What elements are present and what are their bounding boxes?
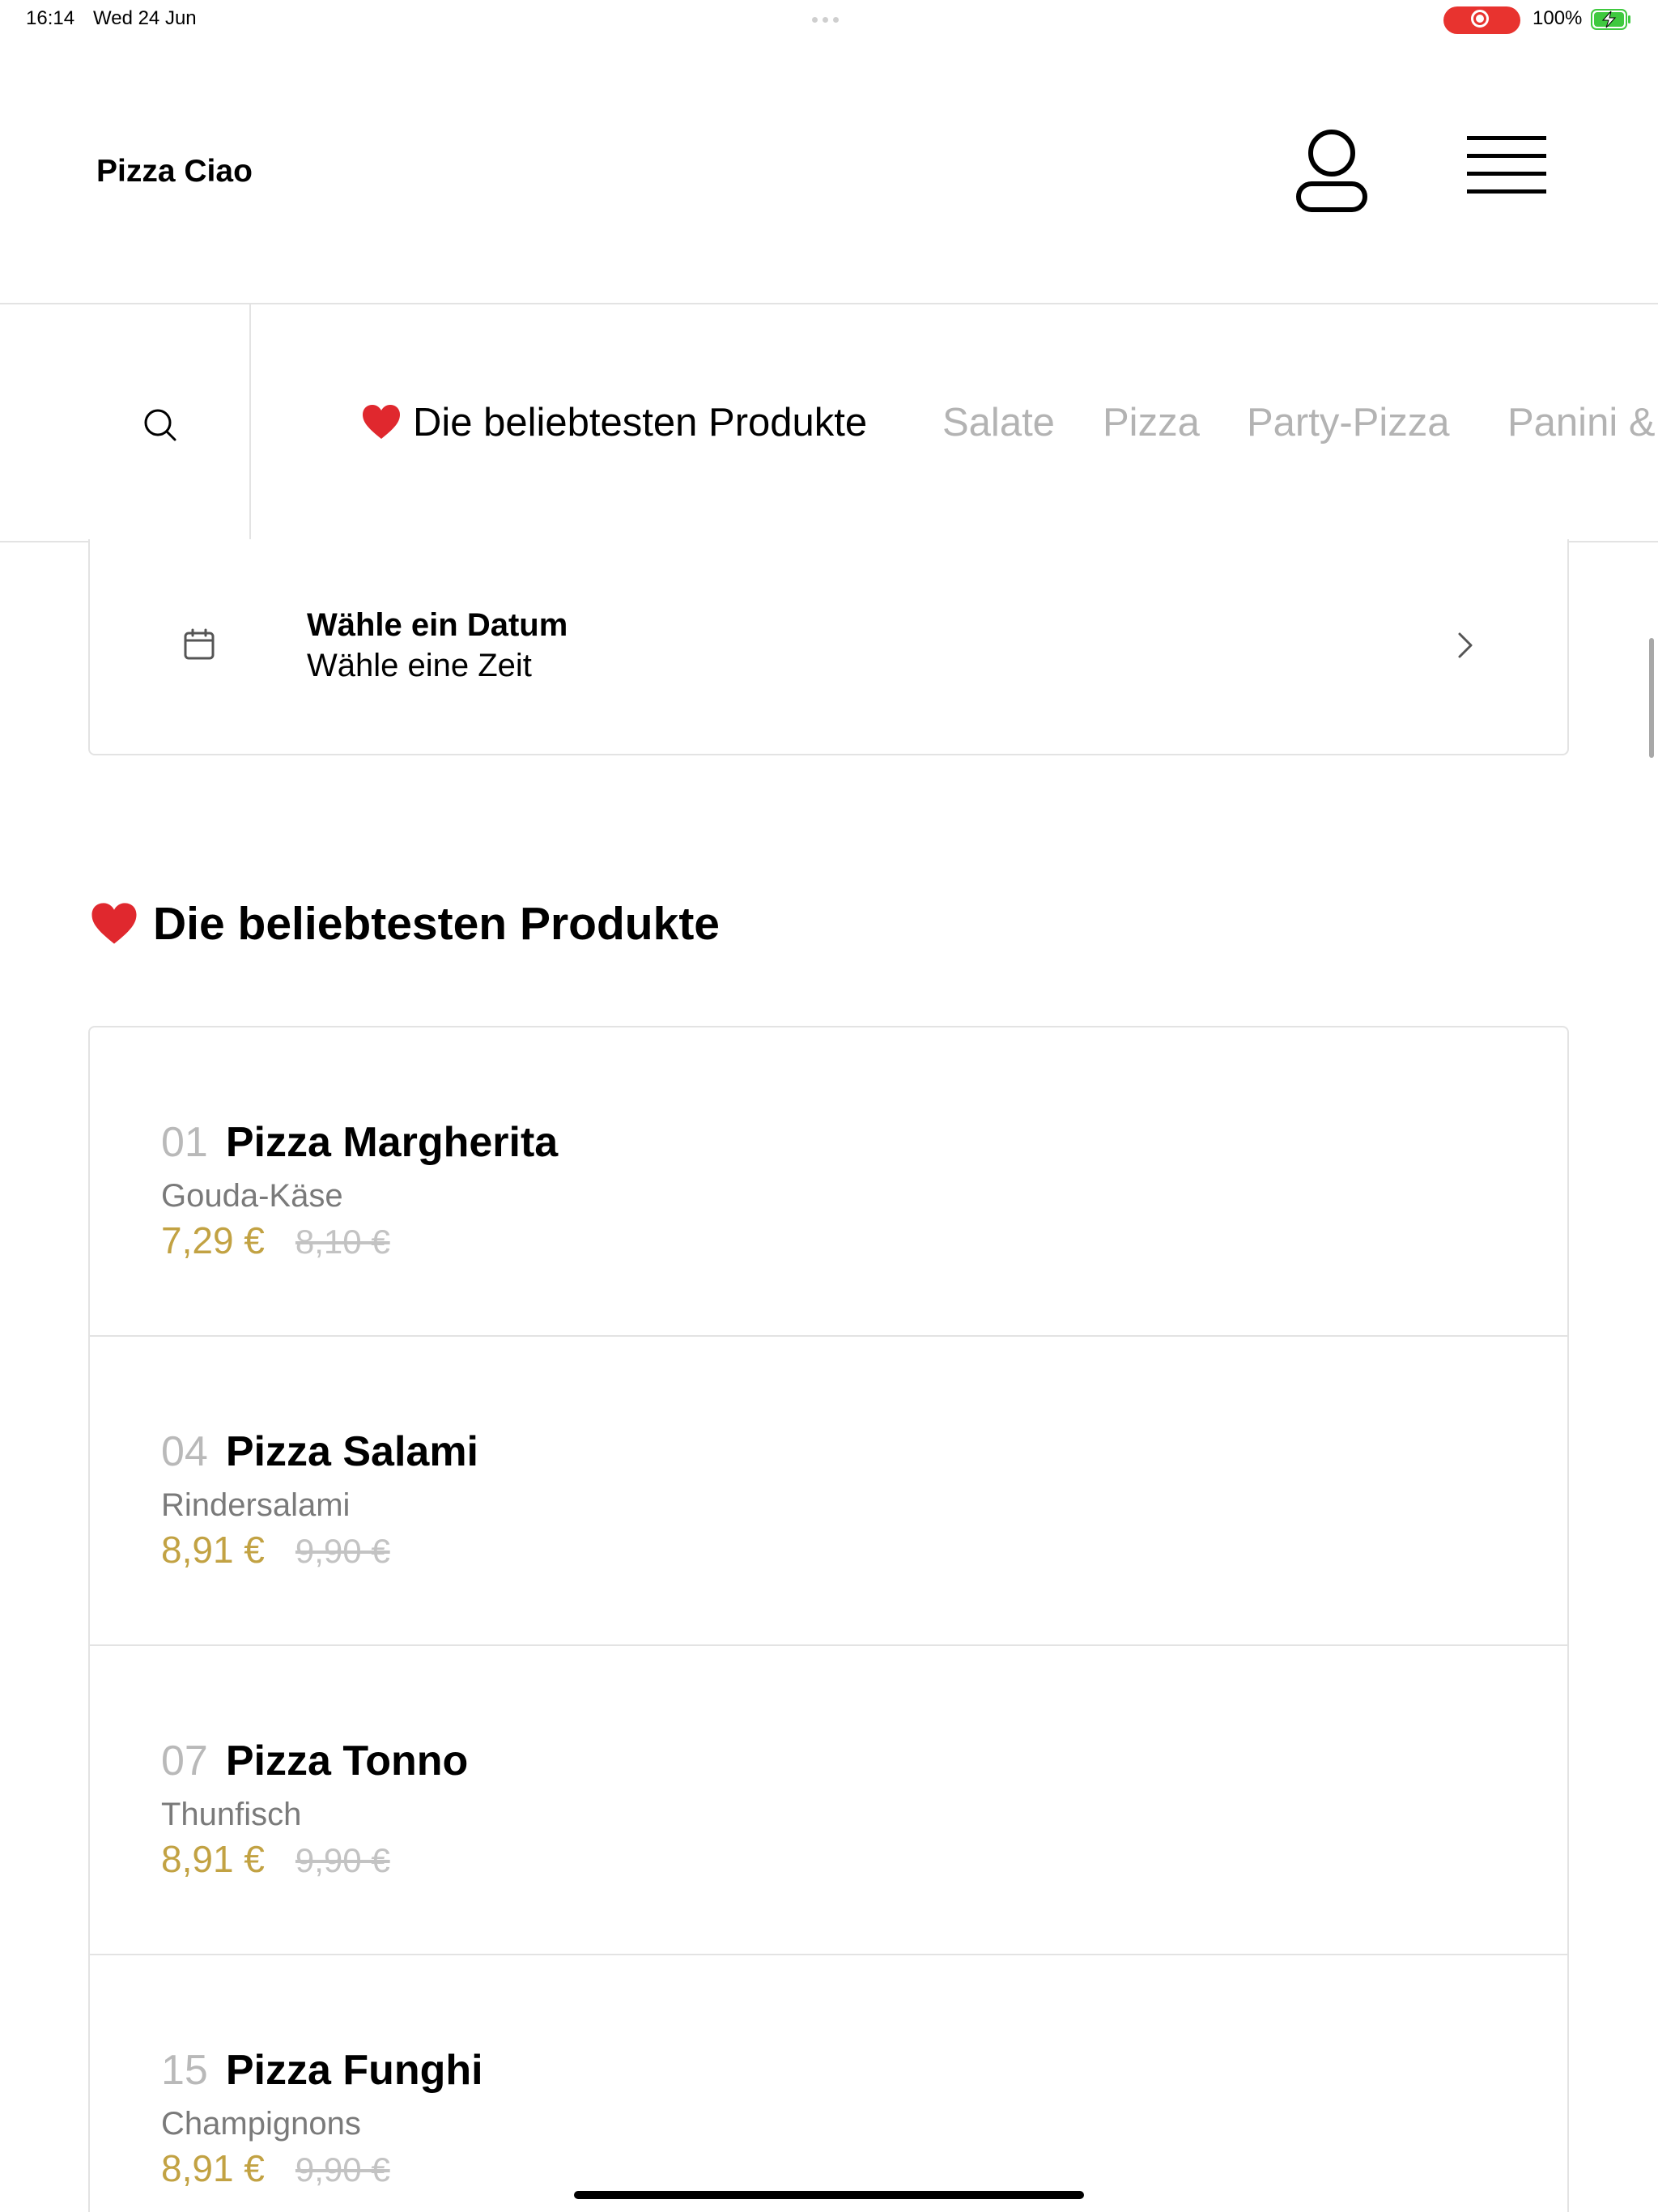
product-price: 8,91 € [161, 2147, 265, 2189]
chevron-right-icon [1458, 632, 1473, 658]
product-price: 8,91 € [161, 1529, 265, 1571]
section-title: Die beliebtesten Produkte [90, 897, 720, 951]
product-name: Pizza Margherita [225, 1119, 559, 1166]
multitasking-dots-icon[interactable] [812, 17, 839, 23]
product-description: Gouda-Käse [161, 1178, 343, 1214]
product-name: Pizza Salami [225, 1428, 478, 1475]
product-number: 15 [161, 2047, 208, 2094]
product-name: Pizza Funghi [225, 2047, 483, 2094]
date-time-picker[interactable]: Wähle ein Datum Wähle eine Zeit [88, 539, 1569, 755]
product-old-price: 9,90 € [295, 1841, 390, 1879]
product-description: Rindersalami [161, 1487, 351, 1523]
tab-popular-products[interactable]: Die beliebtesten Produkte [361, 400, 867, 445]
status-time: 16:14 [26, 7, 75, 29]
date-picker-title: Wähle ein Datum [307, 607, 568, 643]
product-row[interactable]: 07 Pizza Tonno Thunfisch 8,91 € 9,90 € [90, 1646, 1567, 1955]
tab-pizza[interactable]: Pizza [1103, 400, 1200, 445]
tab-panini[interactable]: Panini & [1507, 400, 1656, 445]
product-old-price: 9,90 € [295, 1532, 390, 1570]
product-description: Thunfisch [161, 1797, 302, 1832]
product-price: 7,29 € [161, 1219, 265, 1261]
hamburger-menu-icon[interactable] [1467, 136, 1548, 204]
product-old-price: 8,10 € [295, 1223, 390, 1261]
tab-party-pizza[interactable]: Party-Pizza [1247, 400, 1450, 445]
product-list: 01 Pizza Margherita Gouda-Käse 7,29 € 8,10… [88, 1026, 1569, 2212]
product-number: 01 [161, 1119, 208, 1166]
home-indicator[interactable] [574, 2191, 1084, 2199]
product-number: 07 [161, 1738, 208, 1784]
search-button[interactable] [0, 304, 251, 541]
time-picker-subtitle: Wähle eine Zeit [307, 648, 532, 683]
calendar-icon [184, 628, 215, 660]
status-bar: 16:14 Wed 24 Jun 100% [0, 0, 1658, 40]
heart-icon [91, 903, 137, 944]
status-date: Wed 24 Jun [93, 7, 197, 29]
product-row[interactable]: 01 Pizza Margherita Gouda-Käse 7,29 € 8,10… [90, 1027, 1567, 1337]
battery-icon [1591, 9, 1630, 30]
product-number: 04 [161, 1428, 208, 1475]
product-price: 8,91 € [161, 1838, 265, 1880]
product-row[interactable]: 15 Pizza Funghi Champignons 8,91 € 9,90 € [90, 1955, 1567, 2212]
battery-percentage: 100% [1533, 7, 1583, 29]
scrollbar[interactable] [1649, 638, 1654, 758]
product-description: Champignons [161, 2106, 361, 2142]
tab-label: Die beliebtesten Produkte [413, 401, 868, 445]
section-title-text: Die beliebtesten Produkte [153, 898, 721, 950]
account-icon[interactable] [1295, 125, 1368, 215]
app-title[interactable]: Pizza Ciao [96, 154, 253, 189]
category-nav: Die beliebtesten Produkte Salate Pizza P… [0, 303, 1658, 542]
product-row[interactable]: 04 Pizza Salami Rindersalami 8,91 € 9,90 € [90, 1337, 1567, 1646]
heart-icon [363, 405, 400, 439]
tab-salate[interactable]: Salate [942, 400, 1055, 445]
product-old-price: 9,90 € [295, 2150, 390, 2189]
product-name: Pizza Tonno [225, 1738, 469, 1784]
screen-recording-indicator[interactable] [1443, 6, 1520, 34]
search-icon [144, 409, 176, 441]
